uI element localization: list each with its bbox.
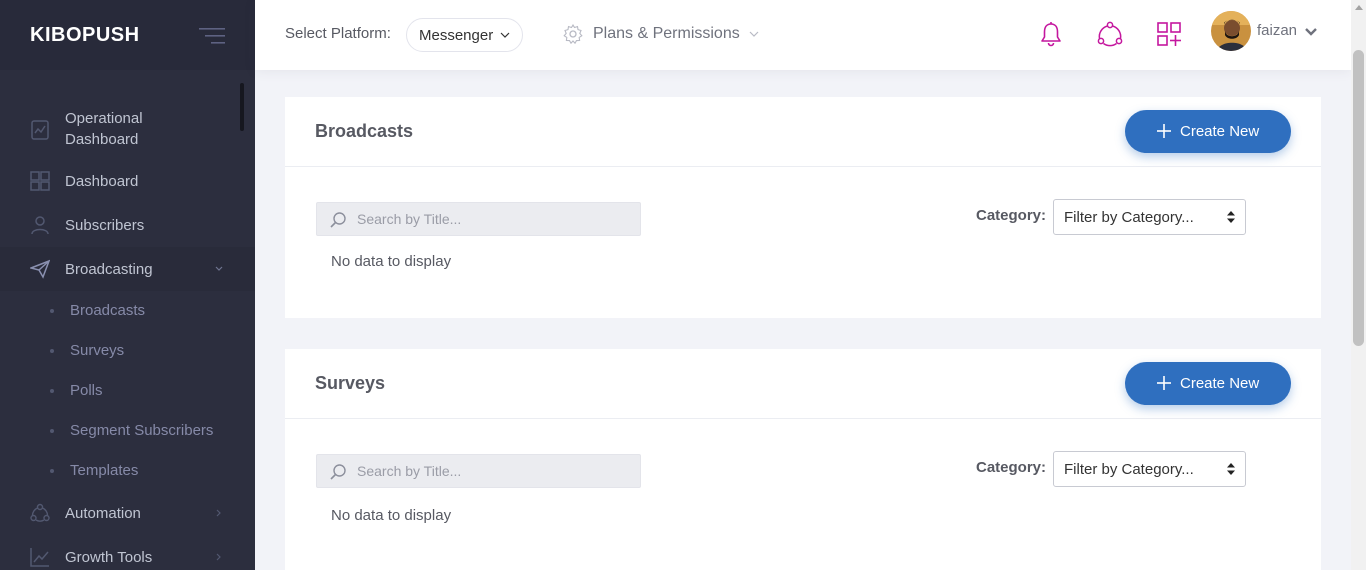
category-select-value: Filter by Category... xyxy=(1064,461,1194,478)
bullet-dot xyxy=(50,309,54,313)
sidebar-item-dashboard[interactable]: Dashboard xyxy=(0,160,255,202)
chevron-right-icon xyxy=(216,553,221,561)
chart-icon xyxy=(30,548,49,567)
search-input[interactable] xyxy=(357,209,627,229)
sidebar-item-subscribers[interactable]: Subscribers xyxy=(0,204,255,246)
select-arrows-icon xyxy=(1227,211,1235,223)
create-new-button[interactable]: Create New xyxy=(1125,110,1291,153)
plans-permissions-menu[interactable]: Plans & Permissions xyxy=(593,25,740,43)
category-select[interactable]: Filter by Category... xyxy=(1053,199,1246,235)
create-new-label: Create New xyxy=(1180,375,1260,392)
category-label: Category: xyxy=(976,459,1047,476)
search-icon xyxy=(330,464,346,480)
sidebar-subitem-label: Broadcasts xyxy=(70,302,146,319)
empty-state-text: No data to display xyxy=(331,253,452,270)
sidebar-subitem-segment-subscribers[interactable]: Segment Subscribers xyxy=(0,411,255,451)
surveys-portlet: Surveys Create New No data to display Ca… xyxy=(285,349,1321,570)
brand-logo-text: KIBOPUSH xyxy=(30,23,140,46)
portlet-header: Broadcasts Create New xyxy=(285,97,1321,167)
empty-state-text: No data to display xyxy=(331,507,452,524)
gear-icon xyxy=(563,24,583,44)
search-box[interactable] xyxy=(316,454,641,488)
bullet-dot xyxy=(50,389,54,393)
sidebar-item-label: Operational Dashboard xyxy=(65,110,143,148)
brand-bar: KIBOPUSH xyxy=(0,0,255,70)
sidebar-subitem-polls[interactable]: Polls xyxy=(0,371,255,411)
dashboard-report-icon xyxy=(31,120,49,140)
platform-label: Select Platform: xyxy=(285,25,391,42)
sidebar-item-label: Broadcasting xyxy=(65,261,153,278)
search-input[interactable] xyxy=(357,461,627,481)
user-icon xyxy=(31,216,49,235)
sidebar-item-label: Growth Tools xyxy=(65,549,153,566)
sidebar-subitem-broadcasts[interactable]: Broadcasts xyxy=(0,291,255,331)
create-new-button[interactable]: Create New xyxy=(1125,362,1291,405)
portlet-header: Surveys Create New xyxy=(285,349,1321,419)
sidebar-subitem-surveys[interactable]: Surveys xyxy=(0,331,255,371)
bullet-dot xyxy=(50,349,54,353)
menu-toggle-icon[interactable] xyxy=(199,27,225,45)
chevron-down-icon[interactable] xyxy=(749,31,759,38)
automation-icon xyxy=(30,503,50,522)
chevron-right-icon xyxy=(216,509,221,517)
category-label: Category: xyxy=(976,207,1047,224)
create-new-label: Create New xyxy=(1180,123,1260,140)
chevron-down-icon xyxy=(500,32,510,38)
bullet-dot xyxy=(50,469,54,473)
avatar[interactable] xyxy=(1211,11,1251,51)
grid-icon xyxy=(30,171,50,191)
user-name[interactable]: faizan xyxy=(1257,22,1297,39)
sidebar-item-automation[interactable]: Automation xyxy=(0,492,255,534)
sidebar-item-label: Subscribers xyxy=(65,217,145,234)
select-arrows-icon xyxy=(1227,463,1235,475)
chevron-down-icon xyxy=(215,266,223,271)
page-title: Broadcasts xyxy=(315,121,414,141)
chevron-down-icon[interactable] xyxy=(1304,27,1318,37)
broadcasts-portlet: Broadcasts Create New No data to display… xyxy=(285,97,1321,318)
sidebar-subitem-label: Segment Subscribers xyxy=(70,422,214,439)
top-header: Select Platform: Messenger Plans & Permi… xyxy=(255,0,1351,70)
sidebar-item-label: Dashboard xyxy=(65,173,139,190)
sidebar-subitem-label: Templates xyxy=(70,462,139,479)
bullet-dot xyxy=(50,429,54,433)
search-box[interactable] xyxy=(316,202,641,236)
plus-icon xyxy=(1157,376,1171,390)
page-scrollbar[interactable] xyxy=(1351,0,1366,570)
sidebar-subitem-templates[interactable]: Templates xyxy=(0,451,255,491)
sidebar-subitem-label: Polls xyxy=(70,382,103,399)
sidebar-item-label: Automation xyxy=(65,505,141,522)
apps-grid-icon[interactable] xyxy=(1155,20,1183,48)
bell-icon[interactable] xyxy=(1037,20,1065,48)
sidebar-item-growth-tools[interactable]: Growth Tools xyxy=(0,536,255,570)
sidebar-item-broadcasting[interactable]: Broadcasting xyxy=(0,247,255,291)
network-icon[interactable] xyxy=(1096,20,1124,48)
plus-icon xyxy=(1157,124,1171,138)
sidebar-item-operational-dashboard[interactable]: Operational Dashboard xyxy=(0,108,255,152)
page-title: Surveys xyxy=(315,373,386,393)
sidebar: KIBOPUSH Operational Dashboard Dashboard… xyxy=(0,0,255,570)
scroll-up-arrow-icon[interactable] xyxy=(1355,5,1363,10)
category-select[interactable]: Filter by Category... xyxy=(1053,451,1246,487)
paper-plane-icon xyxy=(30,259,50,279)
scrollbar-thumb[interactable] xyxy=(1353,50,1364,346)
search-icon xyxy=(330,212,346,228)
category-select-value: Filter by Category... xyxy=(1064,209,1194,226)
platform-value: Messenger xyxy=(419,27,494,44)
platform-select[interactable]: Messenger xyxy=(406,18,523,52)
sidebar-subitem-label: Surveys xyxy=(70,342,125,359)
user-avatar-icon xyxy=(1211,11,1251,51)
